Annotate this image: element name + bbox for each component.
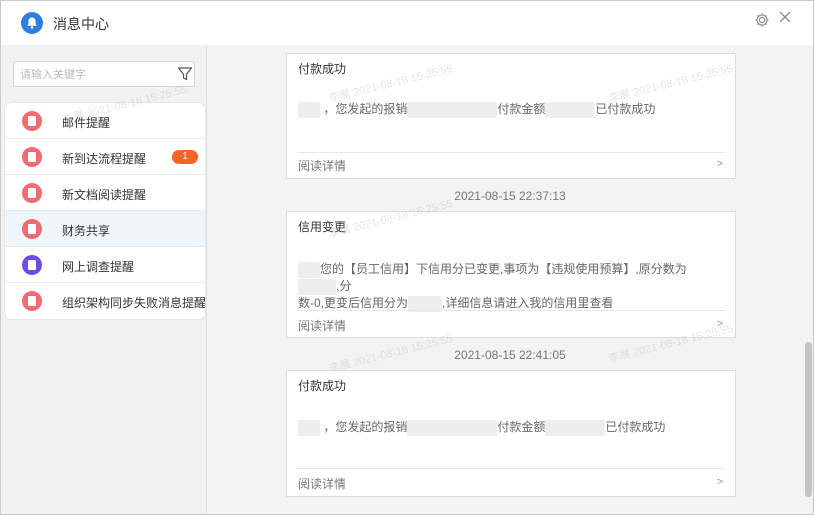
redacted-name <box>298 419 320 436</box>
sidebar-item-new-document[interactable]: 新文档阅读提醒 <box>5 175 205 211</box>
sidebar-item-label: 网上调查提醒 <box>62 260 135 274</box>
sidebar-item-org-sync-failure[interactable]: 组织架构同步失败消息提醒 <box>5 283 205 319</box>
document-icon <box>22 183 42 203</box>
document-icon <box>22 147 42 167</box>
sidebar-item-mail-reminder[interactable]: 邮件提醒 <box>5 103 205 139</box>
read-details-link[interactable]: 阅读详情 <box>298 475 346 492</box>
sidebar-item-label: 新文档阅读提醒 <box>62 188 147 202</box>
sidebar-item-label: 新到达流程提醒 <box>62 152 147 166</box>
message-feed: 付款成功 ，您发起的报销 付款金额 已付款成功 阅读详情 > 2021-08-15 … <box>207 45 813 514</box>
message-timestamp: 2021-08-15 22:41:05 <box>454 348 566 362</box>
message-card: 信用变更 您的【员工信用】下信用分已变更,事项为【违规使用预算】,原分数为,分数… <box>286 211 736 338</box>
read-details-link[interactable]: 阅读详情 <box>298 157 346 174</box>
survey-icon <box>22 255 42 275</box>
redacted-amount <box>545 101 596 118</box>
redacted-name <box>298 261 320 278</box>
sidebar-item-finance-shared[interactable]: 财务共享 <box>5 211 205 247</box>
redacted-text <box>407 419 498 436</box>
message-title: 付款成功 <box>298 62 347 76</box>
search-input[interactable] <box>18 65 172 85</box>
close-icon[interactable] <box>777 11 793 27</box>
message-title: 付款成功 <box>298 379 347 393</box>
sidebar-item-label: 组织架构同步失败消息提醒 <box>62 296 206 310</box>
message-title: 信用变更 <box>298 220 347 234</box>
sidebar-item-online-survey[interactable]: 网上调查提醒 <box>5 247 205 283</box>
bell-icon <box>21 12 43 34</box>
card-divider <box>297 468 725 469</box>
unread-count-badge: 1 <box>172 150 198 164</box>
redacted-name <box>298 101 320 118</box>
message-body: 您的【员工信用】下信用分已变更,事项为【违规使用预算】,原分数为,分 数-0,更变… <box>298 261 687 312</box>
document-icon <box>22 219 42 239</box>
filter-icon[interactable] <box>177 66 193 82</box>
sidebar-item-label: 财务共享 <box>62 224 111 238</box>
title-bar: 消息中心 <box>1 1 813 45</box>
message-center-window: 消息中心 邮件提醒 <box>0 0 814 515</box>
chevron-right-icon[interactable]: > <box>717 318 723 330</box>
document-icon <box>22 291 42 311</box>
window-title: 消息中心 <box>53 16 109 32</box>
category-list: 邮件提醒 新到达流程提醒 1 新文档阅读提醒 财务共享 网上调查提醒 组织架构同… <box>4 102 206 320</box>
read-details-link[interactable]: 阅读详情 <box>298 317 346 334</box>
redacted-score <box>298 278 336 295</box>
scrollbar-thumb[interactable] <box>805 342 812 497</box>
sidebar-item-new-workflow[interactable]: 新到达流程提醒 1 <box>5 139 205 175</box>
redacted-text <box>407 101 498 118</box>
search-box <box>13 61 195 87</box>
message-body: ，您发起的报销 付款金额 已付款成功 <box>298 419 718 436</box>
message-body: ，您发起的报销 付款金额 已付款成功 <box>298 101 718 118</box>
document-icon <box>22 111 42 131</box>
card-divider <box>297 310 725 311</box>
settings-gear-icon[interactable] <box>754 12 770 28</box>
sidebar-item-label: 邮件提醒 <box>62 116 111 130</box>
message-card: 付款成功 ，您发起的报销 付款金额 已付款成功 阅读详情 > <box>286 370 736 497</box>
message-timestamp: 2021-08-15 22:37:13 <box>454 189 566 203</box>
sidebar: 邮件提醒 新到达流程提醒 1 新文档阅读提醒 财务共享 网上调查提醒 组织 <box>1 45 207 514</box>
card-divider <box>297 152 725 153</box>
redacted-amount <box>545 419 606 436</box>
chevron-right-icon[interactable]: > <box>717 158 723 170</box>
chevron-right-icon[interactable]: > <box>717 476 723 488</box>
message-card: 付款成功 ，您发起的报销 付款金额 已付款成功 阅读详情 > <box>286 53 736 179</box>
